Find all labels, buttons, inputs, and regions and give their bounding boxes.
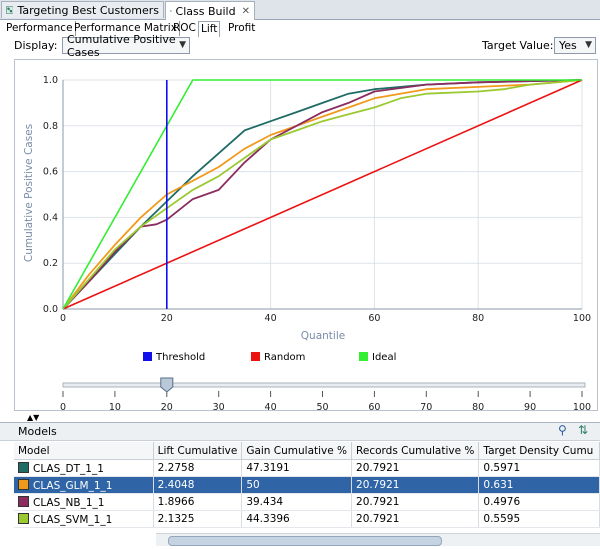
slider-tick-label: 70 [420, 402, 432, 411]
sort-icon[interactable]: ⇅ [578, 423, 588, 437]
model-color-swatch [18, 461, 29, 473]
table-row[interactable]: CLAS_SVM_1_1 2.1325 44.3396 20.7921 0.55… [14, 510, 600, 528]
model-name: CLAS_SVM_1_1 [33, 513, 113, 526]
gain-cell: 50 [241, 476, 353, 494]
scrollbar-thumb[interactable] [168, 536, 442, 546]
y-tick-label: 0.4 [43, 212, 58, 223]
x-axis-label: Quantile [301, 330, 345, 342]
legend-swatch-ideal [359, 352, 368, 361]
slider-tick-label: 40 [265, 402, 277, 411]
models-panel-title: Models [18, 425, 57, 438]
column-header-records[interactable]: Records Cumulative % [351, 442, 480, 460]
display-select-value: Cumulative Positive Cases [67, 32, 176, 59]
slider-tick-label: 10 [109, 402, 121, 411]
workflow-icon [6, 6, 14, 14]
horizontal-scrollbar[interactable] [156, 533, 600, 546]
x-tick-label: 60 [368, 313, 380, 324]
gain-cell: 47.3191 [241, 459, 353, 477]
lift-cell: 2.1325 [153, 510, 243, 528]
slider-tick-label: 20 [161, 402, 173, 411]
collapse-arrows-icon[interactable]: ▲▼ [27, 413, 39, 422]
target-density-cell: 0.4976 [478, 493, 600, 511]
lift-chart: 0 20 40 60 80 1000.00.20.40.60.81.0 Quantile … [14, 59, 598, 411]
table-header-row: Model Lift Cumulative Gain Cumulative % … [14, 442, 600, 460]
model-name: CLAS_DT_1_1 [33, 462, 104, 475]
y-tick-label: 1.0 [43, 75, 58, 86]
x-tick-label: 20 [161, 313, 173, 324]
search-icon[interactable]: ⚲ [558, 423, 567, 437]
slider-tick-label: 80 [472, 402, 484, 411]
lift-toolbar: Display: Cumulative Positive Cases ▼ Tar… [0, 33, 600, 59]
records-cell: 20.7921 [351, 510, 480, 528]
target-value-label: Target Value: [482, 39, 554, 52]
tab-label: Class Build [175, 4, 236, 18]
slider-tick-label: 60 [368, 402, 380, 411]
workflow-icon [170, 10, 172, 12]
chevron-down-icon: ▼ [179, 40, 186, 50]
table-row[interactable]: CLAS_GLM_1_1 2.4048 50 20.7921 0.631 [14, 476, 600, 494]
model-cell: CLAS_DT_1_1 [14, 459, 154, 477]
model-name: CLAS_GLM_1_1 [33, 479, 113, 492]
target-value-select-value: Yes [559, 39, 577, 52]
target-density-cell: 0.5971 [478, 459, 600, 477]
gain-cell: 39.434 [241, 493, 353, 511]
document-tab-strip: Targeting Best Customers Class Build ✕ [0, 0, 600, 20]
target-value-select[interactable]: Yes ▼ [554, 37, 596, 54]
models-panel-header: Models ⚲ ⇅ [0, 422, 600, 441]
legend-swatch-random [251, 352, 260, 361]
tab-profit[interactable]: Profit [226, 21, 257, 36]
slider-tick-label: 30 [213, 402, 225, 411]
model-color-swatch [18, 495, 29, 507]
x-tick-label: 0 [60, 313, 66, 324]
model-color-swatch [18, 512, 29, 524]
legend-swatch-threshold [143, 352, 152, 361]
gain-cell: 44.3396 [241, 510, 353, 528]
tab-targeting-best-customers[interactable]: Targeting Best Customers [1, 1, 164, 18]
display-select[interactable]: Cumulative Positive Cases ▼ [62, 33, 190, 59]
y-tick-label: 0.8 [43, 121, 58, 132]
y-axis-label: Cumulative Positive Cases [23, 124, 35, 262]
y-tick-label: 0.0 [43, 304, 58, 315]
model-cell: CLAS_SVM_1_1 [14, 510, 154, 528]
legend-label-threshold: Threshold [155, 352, 205, 363]
column-header-model[interactable]: Model [14, 442, 154, 460]
lift-cell: 2.2758 [153, 459, 243, 477]
model-cell: CLAS_GLM_1_1 [14, 476, 154, 494]
slider-track[interactable] [62, 382, 586, 388]
tab-class-build[interactable]: Class Build ✕ [165, 1, 255, 20]
model-name: CLAS_NB_1_1 [33, 496, 105, 509]
tab-label: Targeting Best Customers [17, 3, 159, 17]
table-row[interactable]: CLAS_DT_1_1 2.2758 47.3191 20.7921 0.597… [14, 459, 600, 477]
slider-tick-label: 50 [316, 402, 328, 411]
column-header-target-density[interactable]: Target Density Cumu [478, 442, 600, 460]
x-tick-label: 40 [265, 313, 277, 324]
table-row[interactable]: CLAS_NB_1_1 1.8966 39.434 20.7921 0.4976 [14, 493, 600, 511]
x-tick-label: 100 [573, 313, 591, 324]
legend-label-ideal: Ideal [372, 352, 396, 363]
model-cell: CLAS_NB_1_1 [14, 493, 154, 511]
column-header-lift[interactable]: Lift Cumulative [153, 442, 243, 460]
slider-tick-label: 0 [60, 402, 66, 411]
chevron-down-icon: ▼ [585, 40, 592, 50]
model-color-swatch [18, 478, 29, 490]
close-icon[interactable]: ✕ [242, 6, 250, 17]
lift-cell: 1.8966 [153, 493, 243, 511]
legend-label-random: Random [264, 352, 305, 363]
column-header-gain[interactable]: Gain Cumulative % [241, 442, 353, 460]
lift-cell: 2.4048 [153, 476, 243, 494]
tab-lift[interactable]: Lift [198, 21, 221, 37]
records-cell: 20.7921 [351, 476, 480, 494]
records-cell: 20.7921 [351, 459, 480, 477]
target-density-cell: 0.5595 [478, 510, 600, 528]
x-tick-label: 80 [472, 313, 484, 324]
target-density-cell: 0.631 [478, 476, 600, 494]
slider-tick-label: 100 [573, 402, 591, 411]
slider-tick-label: 90 [524, 402, 536, 411]
tab-performance[interactable]: Performance [4, 21, 76, 36]
y-tick-label: 0.6 [43, 167, 58, 178]
y-tick-label: 0.2 [43, 258, 58, 269]
models-table: Model Lift Cumulative Gain Cumulative % … [14, 442, 600, 528]
records-cell: 20.7921 [351, 493, 480, 511]
display-label: Display: [14, 39, 58, 52]
